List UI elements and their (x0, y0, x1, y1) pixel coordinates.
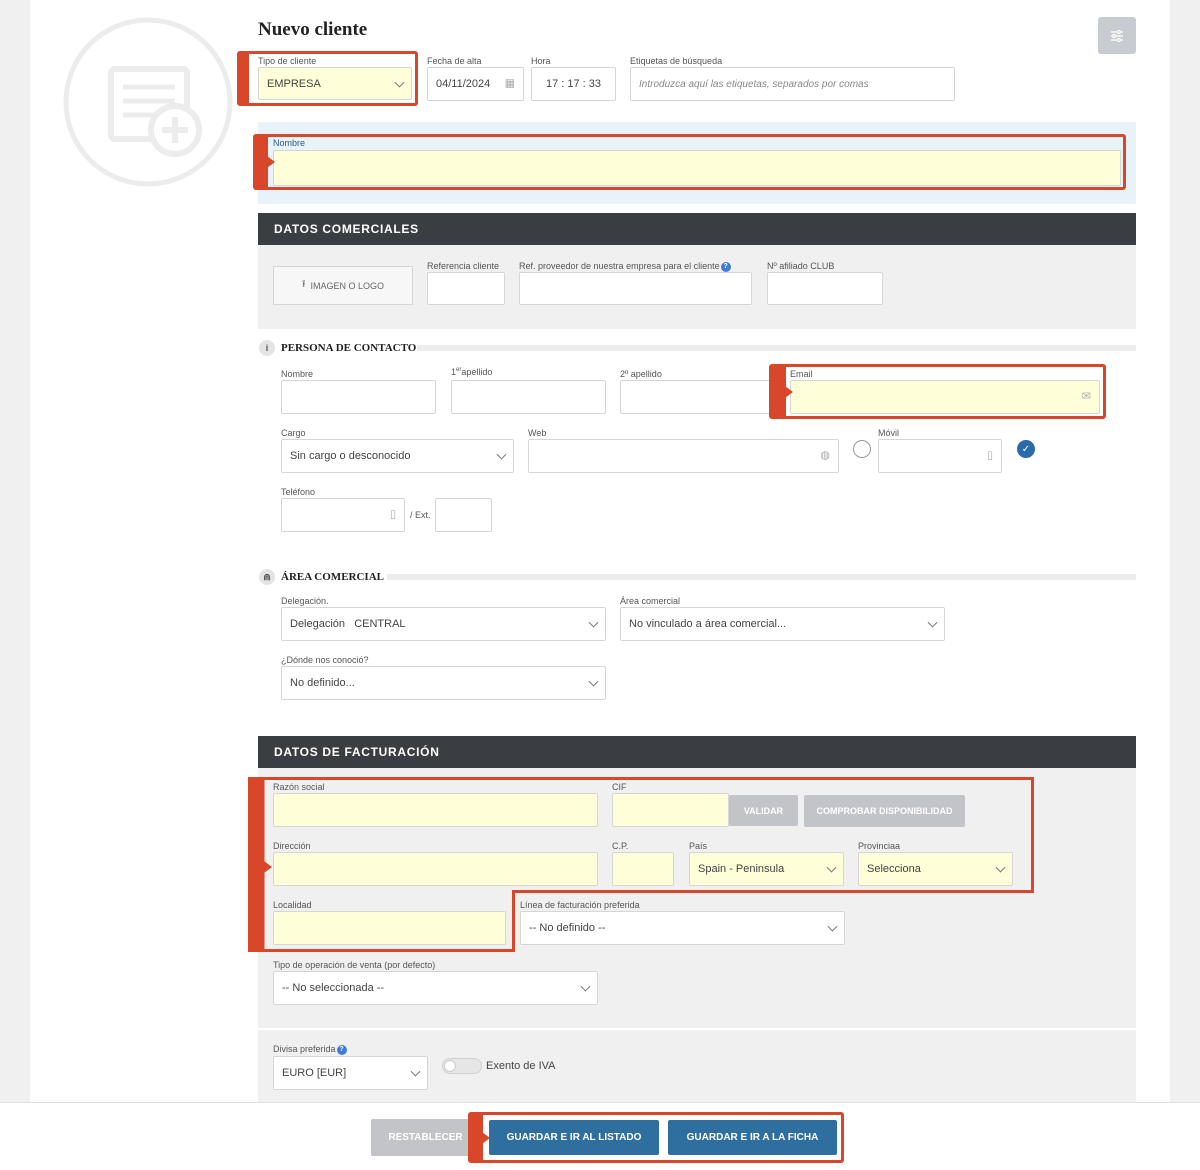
globe-icon: ◍ (820, 449, 830, 462)
cargo-label: Cargo (281, 428, 306, 438)
telefono-input[interactable]: ▯ (281, 498, 405, 532)
imagen-logo-button[interactable]: ⭱ IMAGEN O LOGO (273, 266, 413, 305)
area-comercial-icon: ⋒ (259, 569, 275, 585)
facturacion-header: DATOS DE FACTURACIÓN (258, 736, 1136, 768)
chevron-down-icon (927, 617, 938, 628)
area-value: No vinculado a área comercial... (629, 618, 787, 630)
ref-proveedor-label: Ref. proveedor de nuestra empresa para e… (519, 261, 731, 272)
radio-unchecked[interactable] (853, 440, 871, 458)
apellido1-label-suffix: apellido (461, 367, 493, 377)
highlight-facturacion (248, 777, 1034, 952)
ref-proveedor-label-text: Ref. proveedor de nuestra empresa para e… (519, 261, 720, 271)
facturacion-title: DATOS DE FACTURACIÓN (274, 745, 440, 759)
delegacion-label: Delegación. (281, 596, 329, 606)
etiquetas-label: Etiquetas de búsqueda (630, 56, 723, 66)
referencia-input[interactable] (427, 272, 505, 305)
chevron-down-icon (588, 676, 599, 687)
upload-icon: ⭱ (301, 279, 306, 290)
hora-label: Hora (531, 56, 551, 66)
chevron-down-icon (588, 617, 599, 628)
chevron-down-icon (410, 1066, 421, 1077)
web-label: Web (528, 428, 547, 438)
page-title: Nuevo cliente (258, 19, 368, 40)
highlight-tipo-cliente (237, 51, 418, 106)
ext-label: / Ext. (410, 510, 431, 520)
divisa-value: EURO [EUR] (282, 1067, 347, 1079)
movil-input[interactable]: ▯ (878, 439, 1002, 473)
highlight-nombre (253, 134, 1126, 190)
hora-input[interactable]: 17 : 17 : 33 (531, 67, 616, 101)
sliders-icon (1111, 29, 1123, 42)
area-comercial-divider (387, 574, 1136, 580)
contacto-nombre-input[interactable] (281, 380, 436, 414)
fecha-alta-label: Fecha de alta (427, 56, 482, 66)
delegacion-value: Delegación CENTRAL (290, 618, 406, 630)
imagen-logo-label: IMAGEN O LOGO (310, 280, 384, 291)
apellido2-input[interactable] (620, 380, 780, 414)
radio-checked-icon[interactable]: ✓ (1017, 440, 1035, 458)
donde-select[interactable]: No definido... (281, 666, 606, 700)
datos-comerciales-header: DATOS COMERCIALES (258, 213, 1136, 245)
tipo-op-select[interactable]: -- No seleccionada -- (273, 971, 598, 1005)
phone-icon: ▯ (389, 508, 396, 521)
calendar-icon: ▦ (504, 77, 515, 90)
divisa-label: Divisa preferida? (273, 1044, 347, 1055)
ref-proveedor-input[interactable] (519, 272, 752, 305)
afiliado-label: Nº afiliado CLUB (767, 261, 835, 271)
area-label: Área comercial (620, 596, 681, 606)
ext-input[interactable] (435, 498, 492, 532)
toggle-knob (444, 1060, 456, 1072)
hora-value: 17 : 17 : 33 (545, 78, 602, 90)
info-icon: i (259, 340, 275, 356)
help-icon[interactable]: ? (720, 261, 731, 272)
movil-label: Móvil (878, 428, 900, 438)
facturacion-divider (258, 1028, 1136, 1030)
delegacion-select[interactable]: Delegación CENTRAL (281, 607, 606, 641)
etiquetas-input[interactable]: Introduzca aquí las etiquetas, separados… (630, 67, 955, 101)
new-client-watermark-icon (63, 17, 233, 187)
divisa-label-text: Divisa preferida (273, 1044, 336, 1054)
tipo-op-label: Tipo de operación de venta (por defecto) (273, 960, 436, 970)
divisa-select[interactable]: EURO [EUR] (273, 1056, 428, 1090)
apellido1-label: 1erapellido (451, 367, 492, 377)
cargo-value: Sin cargo o desconocido (290, 450, 411, 462)
fecha-alta-value: 04/11/2024 (436, 78, 491, 90)
referencia-label: Referencia cliente (427, 261, 500, 271)
datos-comerciales-title: DATOS COMERCIALES (274, 222, 419, 236)
exento-iva-toggle[interactable] (442, 1058, 482, 1074)
chevron-down-icon (496, 449, 507, 460)
area-select[interactable]: No vinculado a área comercial... (620, 607, 945, 641)
donde-label: ¿Dónde nos conoció? (281, 655, 369, 665)
tipo-op-value: -- No seleccionada -- (282, 982, 385, 994)
restablecer-button[interactable]: RESTABLECER (371, 1119, 480, 1156)
settings-button[interactable] (1098, 17, 1136, 54)
highlight-guardar (468, 1112, 844, 1163)
page-container: Nuevo cliente Tipo de cliente EMPRESA Fe… (30, 0, 1170, 1170)
contacto-divider (417, 345, 1136, 351)
help-icon[interactable]: ? (336, 1044, 347, 1055)
exento-iva-label: Exento de IVA (486, 1060, 556, 1072)
area-comercial-title: ÁREA COMERCIAL (281, 571, 384, 583)
fecha-alta-input[interactable]: 04/11/2024 ▦ (427, 67, 524, 101)
web-input[interactable]: ◍ (528, 439, 839, 473)
contacto-nombre-label: Nombre (281, 369, 314, 379)
cargo-select[interactable]: Sin cargo o desconocido (281, 439, 514, 473)
mobile-phone-icon: ▯ (986, 449, 993, 462)
highlight-email (769, 364, 1106, 419)
donde-value: No definido... (290, 677, 355, 689)
apellido2-label: 2º apellido (620, 369, 662, 379)
apellido1-input[interactable] (451, 380, 606, 414)
chevron-down-icon (580, 981, 591, 992)
telefono-label: Teléfono (281, 487, 316, 497)
etiquetas-placeholder: Introduzca aquí las etiquetas, separados… (639, 78, 869, 90)
contacto-title: PERSONA DE CONTACTO (281, 342, 417, 354)
afiliado-input[interactable] (767, 272, 883, 305)
